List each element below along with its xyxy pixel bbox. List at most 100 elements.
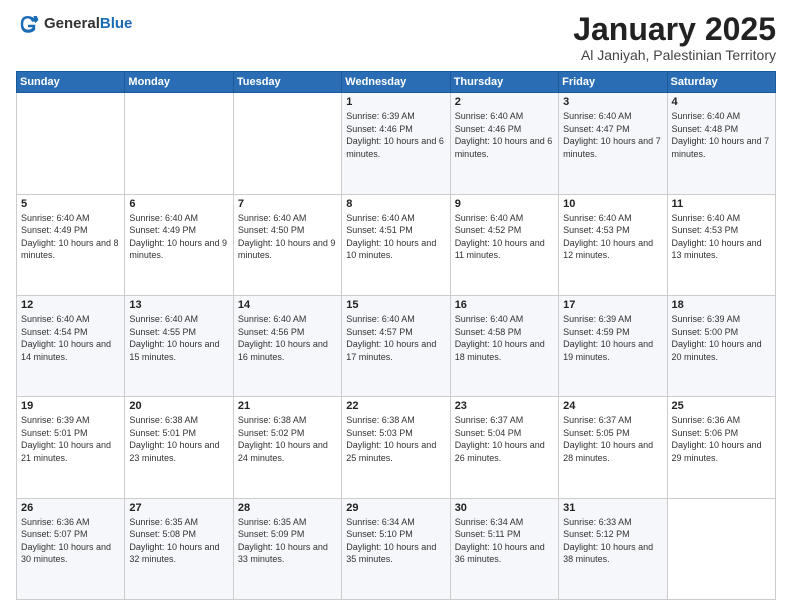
day-number: 6 [129,198,228,210]
calendar-cell: 13Sunrise: 6:40 AM Sunset: 4:55 PM Dayli… [125,295,233,396]
header: GeneralBlue January 2025 Al Janiyah, Pal… [16,12,776,63]
calendar-cell: 31Sunrise: 6:33 AM Sunset: 5:12 PM Dayli… [559,498,667,599]
day-info: Sunrise: 6:40 AM Sunset: 4:47 PM Dayligh… [563,110,662,160]
day-number: 19 [21,400,120,412]
logo: GeneralBlue [16,12,132,36]
day-number: 16 [455,299,554,311]
header-monday: Monday [125,72,233,93]
day-number: 4 [672,96,771,108]
calendar-cell: 7 Sunrise: 6:40 AM Sunset: 4:50 PM Daylig… [233,194,341,295]
day-number: 18 [672,299,771,311]
day-number: 14 [238,299,337,311]
calendar-week-row-4: 26Sunrise: 6:36 AM Sunset: 5:07 PM Dayli… [17,498,776,599]
weekday-header-row: Sunday Monday Tuesday Wednesday Thursday… [17,72,776,93]
calendar-cell: 14 Sunrise: 6:40 AM Sunset: 4:56 PM Dayli… [233,295,341,396]
day-number: 5 [21,198,120,210]
day-number: 30 [455,502,554,514]
day-info: Sunrise: 6:37 AM Sunset: 5:04 PM Dayligh… [455,414,554,464]
day-info: Sunrise: 6:35 AM Sunset: 5:09 PM Dayligh… [238,516,337,566]
day-info: Sunrise: 6:39 AM Sunset: 4:46 PM Dayligh… [346,110,445,160]
day-number: 23 [455,400,554,412]
calendar-cell: 1 Sunrise: 6:39 AM Sunset: 4:46 PM Daylig… [342,93,450,194]
calendar-cell: 5 Sunrise: 6:40 AM Sunset: 4:49 PM Daylig… [17,194,125,295]
calendar-cell: 24 Sunrise: 6:37 AM Sunset: 5:05 PM Dayli… [559,397,667,498]
day-number: 10 [563,198,662,210]
calendar-week-row-1: 5 Sunrise: 6:40 AM Sunset: 4:49 PM Daylig… [17,194,776,295]
day-info: Sunrise: 6:40 AM Sunset: 4:46 PM Dayligh… [455,110,554,160]
day-info: Sunrise: 6:40 AM Sunset: 4:49 PM Dayligh… [21,212,120,262]
calendar-cell: 8Sunrise: 6:40 AM Sunset: 4:51 PM Daylig… [342,194,450,295]
calendar-cell: 15Sunrise: 6:40 AM Sunset: 4:57 PM Dayli… [342,295,450,396]
day-info: Sunrise: 6:39 AM Sunset: 5:01 PM Dayligh… [21,414,120,464]
day-number: 22 [346,400,445,412]
day-number: 25 [672,400,771,412]
calendar-cell: 21Sunrise: 6:38 AM Sunset: 5:02 PM Dayli… [233,397,341,498]
header-wednesday: Wednesday [342,72,450,93]
day-number: 7 [238,198,337,210]
calendar-cell [125,93,233,194]
calendar-cell: 27 Sunrise: 6:35 AM Sunset: 5:08 PM Dayli… [125,498,233,599]
calendar-cell [233,93,341,194]
calendar-cell: 19 Sunrise: 6:39 AM Sunset: 5:01 PM Dayli… [17,397,125,498]
day-info: Sunrise: 6:38 AM Sunset: 5:03 PM Dayligh… [346,414,445,464]
day-number: 17 [563,299,662,311]
calendar-cell: 28 Sunrise: 6:35 AM Sunset: 5:09 PM Dayli… [233,498,341,599]
calendar-cell: 22 Sunrise: 6:38 AM Sunset: 5:03 PM Dayli… [342,397,450,498]
calendar-cell: 26Sunrise: 6:36 AM Sunset: 5:07 PM Dayli… [17,498,125,599]
day-info: Sunrise: 6:40 AM Sunset: 4:58 PM Dayligh… [455,313,554,363]
calendar-cell: 25 Sunrise: 6:36 AM Sunset: 5:06 PM Dayli… [667,397,775,498]
day-number: 28 [238,502,337,514]
logo-text-blue: Blue [100,15,133,32]
day-number: 24 [563,400,662,412]
day-number: 9 [455,198,554,210]
day-number: 26 [21,502,120,514]
calendar-cell [667,498,775,599]
calendar-cell: 16 Sunrise: 6:40 AM Sunset: 4:58 PM Dayli… [450,295,558,396]
calendar-cell [17,93,125,194]
day-info: Sunrise: 6:35 AM Sunset: 5:08 PM Dayligh… [129,516,228,566]
calendar-cell: 12 Sunrise: 6:40 AM Sunset: 4:54 PM Dayli… [17,295,125,396]
day-number: 1 [346,96,445,108]
day-number: 12 [21,299,120,311]
day-info: Sunrise: 6:40 AM Sunset: 4:50 PM Dayligh… [238,212,337,262]
calendar-week-row-0: 1 Sunrise: 6:39 AM Sunset: 4:46 PM Daylig… [17,93,776,194]
title-block: January 2025 Al Janiyah, Palestinian Ter… [573,12,776,63]
day-info: Sunrise: 6:40 AM Sunset: 4:49 PM Dayligh… [129,212,228,262]
calendar-title: January 2025 [573,12,776,47]
day-info: Sunrise: 6:40 AM Sunset: 4:53 PM Dayligh… [563,212,662,262]
day-info: Sunrise: 6:40 AM Sunset: 4:56 PM Dayligh… [238,313,337,363]
day-info: Sunrise: 6:39 AM Sunset: 4:59 PM Dayligh… [563,313,662,363]
calendar-cell: 11Sunrise: 6:40 AM Sunset: 4:53 PM Dayli… [667,194,775,295]
header-sunday: Sunday [17,72,125,93]
calendar-cell: 3 Sunrise: 6:40 AM Sunset: 4:47 PM Daylig… [559,93,667,194]
calendar-cell: 9 Sunrise: 6:40 AM Sunset: 4:52 PM Daylig… [450,194,558,295]
day-number: 31 [563,502,662,514]
calendar-week-row-2: 12 Sunrise: 6:40 AM Sunset: 4:54 PM Dayli… [17,295,776,396]
page: GeneralBlue January 2025 Al Janiyah, Pal… [0,0,792,612]
day-info: Sunrise: 6:38 AM Sunset: 5:02 PM Dayligh… [238,414,337,464]
calendar-cell: 6 Sunrise: 6:40 AM Sunset: 4:49 PM Daylig… [125,194,233,295]
calendar-cell: 23 Sunrise: 6:37 AM Sunset: 5:04 PM Dayli… [450,397,558,498]
day-info: Sunrise: 6:40 AM Sunset: 4:51 PM Dayligh… [346,212,445,262]
day-info: Sunrise: 6:39 AM Sunset: 5:00 PM Dayligh… [672,313,771,363]
calendar-table: Sunday Monday Tuesday Wednesday Thursday… [16,71,776,600]
calendar-subtitle: Al Janiyah, Palestinian Territory [573,47,776,63]
header-friday: Friday [559,72,667,93]
day-info: Sunrise: 6:36 AM Sunset: 5:06 PM Dayligh… [672,414,771,464]
header-saturday: Saturday [667,72,775,93]
day-info: Sunrise: 6:40 AM Sunset: 4:57 PM Dayligh… [346,313,445,363]
day-info: Sunrise: 6:37 AM Sunset: 5:05 PM Dayligh… [563,414,662,464]
day-info: Sunrise: 6:40 AM Sunset: 4:54 PM Dayligh… [21,313,120,363]
day-info: Sunrise: 6:40 AM Sunset: 4:52 PM Dayligh… [455,212,554,262]
logo-icon [16,12,40,36]
day-number: 27 [129,502,228,514]
day-number: 13 [129,299,228,311]
day-info: Sunrise: 6:34 AM Sunset: 5:11 PM Dayligh… [455,516,554,566]
day-info: Sunrise: 6:38 AM Sunset: 5:01 PM Dayligh… [129,414,228,464]
header-thursday: Thursday [450,72,558,93]
day-number: 3 [563,96,662,108]
day-number: 29 [346,502,445,514]
calendar-cell: 10 Sunrise: 6:40 AM Sunset: 4:53 PM Dayli… [559,194,667,295]
day-number: 20 [129,400,228,412]
day-info: Sunrise: 6:34 AM Sunset: 5:10 PM Dayligh… [346,516,445,566]
